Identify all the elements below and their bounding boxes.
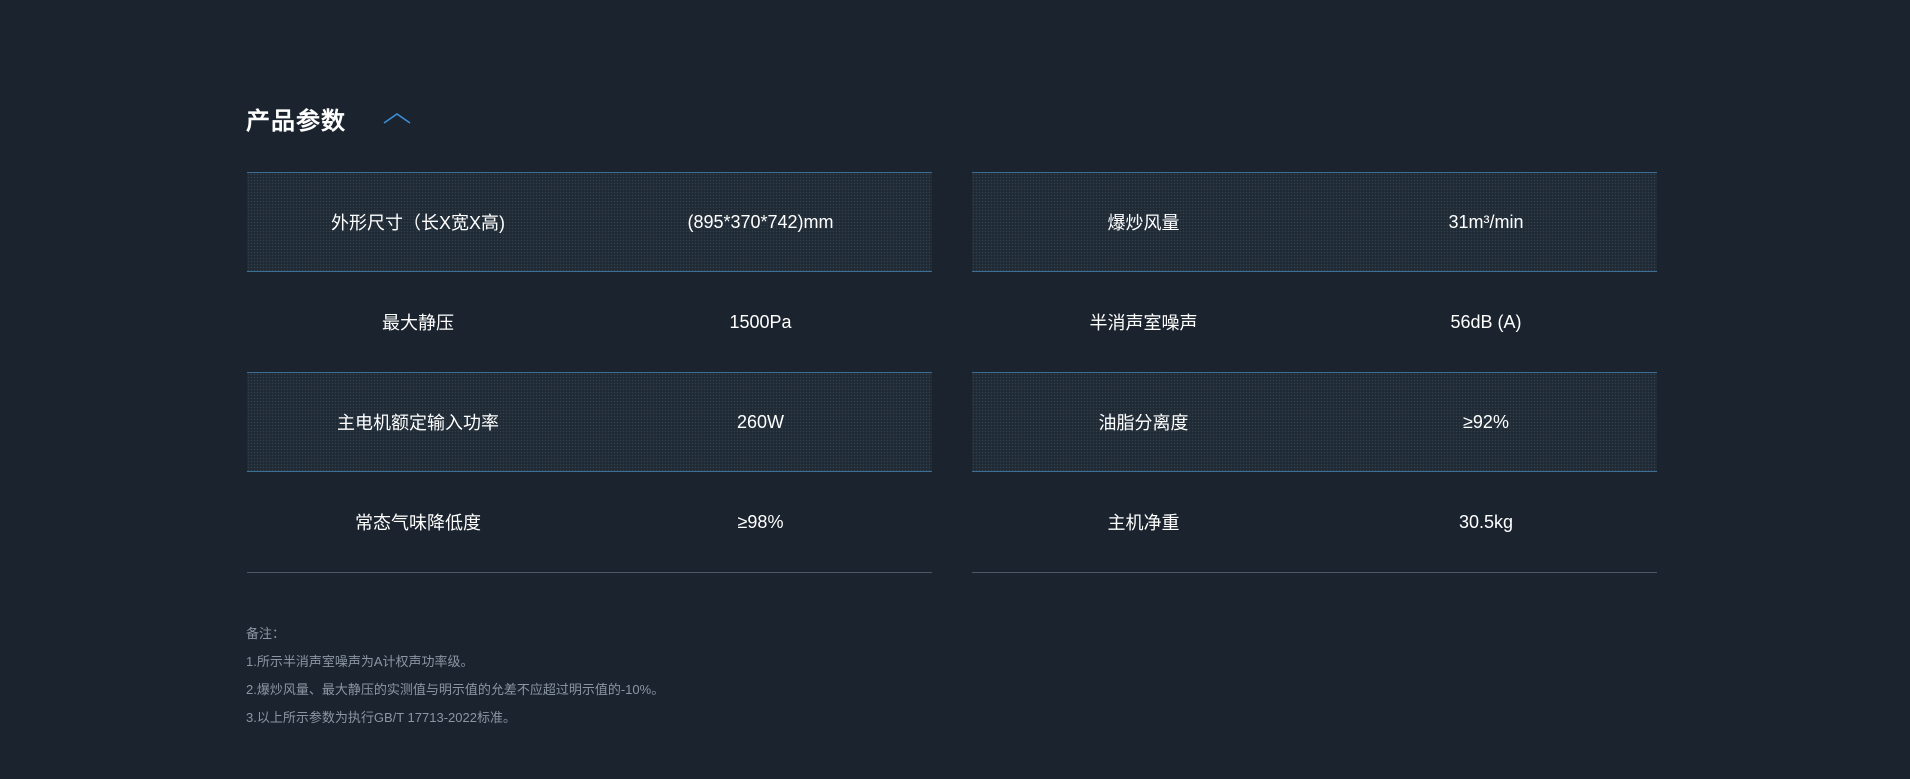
- collapse-toggle-button[interactable]: [381, 106, 413, 130]
- spec-value: 30.5kg: [1458, 511, 1514, 532]
- spec-value: 260W: [736, 411, 785, 432]
- spec-value: 31m³/min: [1448, 211, 1524, 232]
- spec-label: 最大静压: [382, 313, 454, 333]
- spec-row: 主机净重 30.5kg: [972, 472, 1657, 572]
- section-title: 产品参数: [246, 107, 346, 135]
- spec-label: 半消声室噪声: [1089, 313, 1198, 333]
- notes: 备注： 1.所示半消声室噪声为A计权声功率级。 2.爆炒风量、最大静压的实测值与…: [246, 620, 664, 732]
- spec-label: 油脂分离度: [1098, 413, 1189, 433]
- spec-value: ≥98%: [737, 511, 784, 532]
- chevron-up-icon: [383, 113, 411, 124]
- note-item: 3.以上所示参数为执行GB/T 17713-2022标准。: [246, 710, 516, 725]
- spec-value: ≥92%: [1463, 411, 1509, 432]
- spec-value: 56dB (A): [1450, 311, 1522, 332]
- section-header: 产品参数: [246, 98, 413, 138]
- spec-row: 主电机额定输入功率 260W: [247, 372, 932, 472]
- spec-row: 最大静压 1500Pa: [247, 272, 932, 372]
- spec-label: 爆炒风量: [1107, 213, 1180, 233]
- spec-table-left: 外形尺寸（长X宽X高) (895*370*742)mm 最大静压 1500Pa …: [247, 172, 932, 573]
- spec-value: 1500Pa: [729, 311, 792, 332]
- spec-label: 主电机额定输入功率: [337, 413, 499, 433]
- spec-row: 油脂分离度 ≥92%: [972, 372, 1657, 472]
- notes-heading: 备注：: [246, 626, 286, 641]
- spec-row: 常态气味降低度 ≥98%: [247, 472, 932, 572]
- spec-row: 外形尺寸（长X宽X高) (895*370*742)mm: [247, 172, 932, 272]
- note-item: 1.所示半消声室噪声为A计权声功率级。: [246, 654, 474, 669]
- spec-label: 常态气味降低度: [355, 513, 481, 533]
- spec-label: 主机净重: [1107, 513, 1180, 533]
- spec-row: 半消声室噪声 56dB (A): [972, 272, 1657, 372]
- spec-value: (895*370*742)mm: [687, 211, 834, 232]
- spec-label: 外形尺寸（长X宽X高): [330, 213, 505, 233]
- note-item: 2.爆炒风量、最大静压的实测值与明示值的允差不应超过明示值的-10%。: [246, 682, 665, 697]
- spec-table-right: 爆炒风量 31m³/min 半消声室噪声 56dB (A) 油脂分离度 ≥92%…: [972, 172, 1657, 573]
- spec-row: 爆炒风量 31m³/min: [972, 172, 1657, 272]
